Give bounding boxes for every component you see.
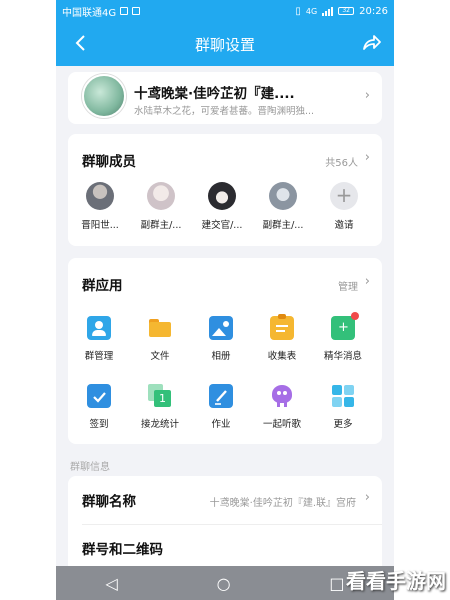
divider [82, 524, 382, 525]
group-name-value: 十鸢晚棠·佳吟芷初『建.联』宫府 [209, 498, 356, 509]
group-avatar [82, 74, 126, 118]
chevron-right-icon[interactable]: › [365, 150, 370, 165]
nav-home-icon[interactable]: ○ [217, 574, 231, 593]
chevron-right-icon: › [364, 88, 370, 103]
clock: 20:26 [359, 5, 388, 17]
app-checkin[interactable]: 签到 [70, 384, 128, 430]
group-description: 水陆草木之花，可爱者甚蕃。晋陶渊明独... [134, 106, 315, 117]
member-label: 晋阳世... [81, 220, 119, 231]
group-qr-title: 群号和二维码 [82, 542, 163, 558]
member-avatar [86, 182, 114, 210]
app-label: 文件 [150, 351, 170, 362]
nav-back-icon[interactable]: ◁ [105, 574, 117, 593]
member-count[interactable]: 共56人 [325, 154, 358, 169]
member-avatar [208, 182, 236, 210]
chevron-right-icon: › [364, 490, 370, 505]
group-manage-icon [87, 316, 111, 340]
app-group-manage[interactable]: 群管理 [70, 316, 128, 362]
app-label: 收集表 [267, 351, 297, 362]
group-apps-card: 群应用 管理 › 群管理 文件 相册 收集表 + 精华消息 签到 1 接龙统计 … [68, 258, 382, 444]
group-name-title: 群聊名称 [82, 494, 136, 510]
member-avatar [269, 182, 297, 210]
folder-icon [148, 316, 172, 340]
member-label: 副群主/... [140, 220, 182, 231]
member-label: 副群主/... [262, 220, 304, 231]
group-profile-card[interactable]: 十鸢晚棠·佳吟芷初『建.... 水陆草木之花，可爱者甚蕃。晋陶渊明独... › [68, 72, 382, 124]
back-arrow-icon[interactable] [70, 32, 92, 54]
homework-icon [209, 384, 233, 408]
app-label: 一起听歌 [262, 419, 301, 430]
app-relay-count[interactable]: 1 接龙统计 [131, 384, 189, 430]
app-label: 作业 [211, 419, 231, 430]
nav-recent-icon[interactable]: □ [329, 574, 344, 593]
app-more[interactable]: 更多 [314, 384, 372, 430]
member-avatar [147, 182, 175, 210]
members-title: 群聊成员 [82, 154, 136, 170]
group-name: 十鸢晚棠·佳吟芷初『建.... [134, 86, 295, 102]
manage-link[interactable]: 管理 [338, 278, 358, 293]
status-bar: 中国联通4G ▯ 4G 32 20:26 [56, 0, 394, 22]
highlight-message-icon: + [331, 312, 359, 340]
system-nav-bar: ◁ ○ □ [56, 566, 394, 600]
more-grid-icon [331, 384, 355, 408]
clipboard-icon [270, 314, 294, 340]
signal-icon [322, 6, 334, 16]
apps-title: 群应用 [82, 278, 123, 294]
member-item[interactable]: 建交官/... [198, 182, 246, 231]
title-bar: 群聊设置 [56, 22, 394, 66]
members-card: 群聊成员 共56人 › 晋阳世... 副群主/... 建交官/... 副群主/.… [68, 134, 382, 246]
battery-icon: 32 [338, 7, 355, 15]
member-item[interactable]: 副群主/... [259, 182, 307, 231]
plus-icon: + [330, 182, 358, 210]
watermark-text: 看看手游网 [346, 569, 446, 593]
carrier-text: 中国联通4G [62, 7, 117, 19]
page-title: 群聊设置 [194, 35, 255, 54]
member-item[interactable]: 副群主/... [137, 182, 185, 231]
notification-icon [120, 7, 129, 15]
invite-button[interactable]: + 邀请 [320, 182, 368, 231]
app-label: 相册 [211, 351, 231, 362]
network-type: 4G [305, 6, 318, 16]
calendar-check-icon [87, 384, 111, 408]
listen-music-icon [270, 384, 294, 408]
chevron-right-icon[interactable]: › [365, 274, 370, 289]
app-notification-icon [132, 7, 141, 15]
app-collect-form[interactable]: 收集表 [253, 314, 311, 362]
app-homework[interactable]: 作业 [192, 384, 250, 430]
member-label: 建交官/... [201, 220, 243, 231]
share-icon[interactable] [360, 32, 382, 54]
app-label: 精华消息 [323, 351, 362, 362]
app-listen-together[interactable]: 一起听歌 [253, 384, 311, 430]
app-album[interactable]: 相册 [192, 316, 250, 362]
group-info-section-label: 群聊信息 [70, 462, 110, 473]
app-file[interactable]: 文件 [131, 316, 189, 362]
app-label: 更多 [333, 419, 353, 430]
vibrate-icon: ▯ [295, 5, 301, 17]
member-item[interactable]: 晋阳世... [76, 182, 124, 231]
album-icon [209, 316, 233, 340]
app-highlight-messages[interactable]: + 精华消息 [314, 312, 372, 362]
app-label: 接龙统计 [140, 419, 179, 430]
phone-screen: 中国联通4G ▯ 4G 32 20:26 群聊设置 十鸢晚棠·佳吟芷初『建...… [56, 0, 394, 600]
relay-count-icon: 1 [148, 384, 172, 408]
invite-label: 邀请 [334, 220, 354, 231]
app-label: 签到 [89, 419, 109, 430]
app-label: 群管理 [84, 351, 114, 362]
